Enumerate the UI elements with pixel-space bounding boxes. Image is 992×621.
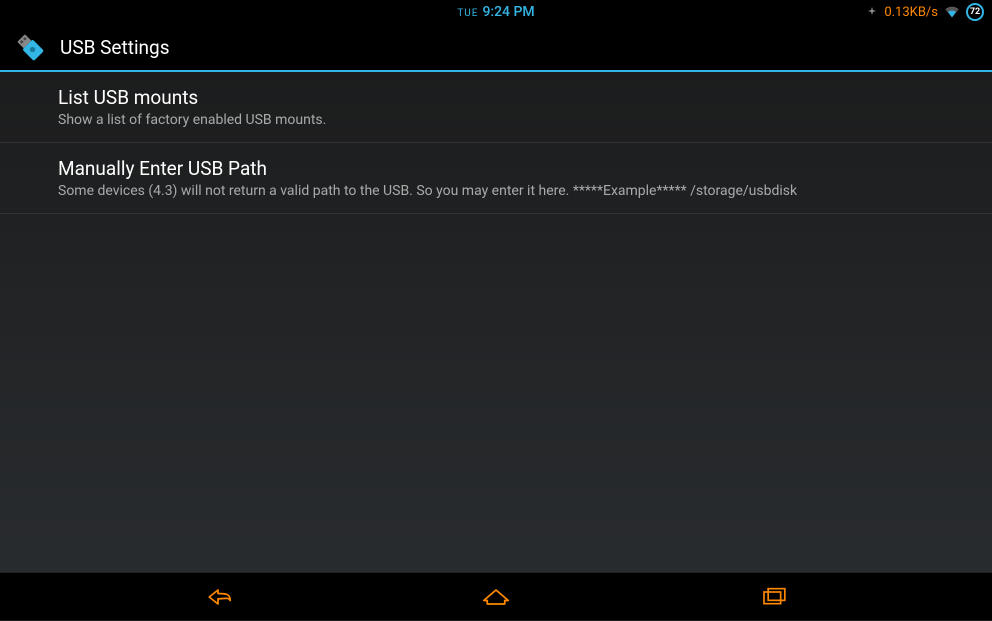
list-item-title: List USB mounts	[58, 86, 976, 109]
home-button[interactable]	[436, 573, 556, 621]
battery-percent: 72	[970, 7, 980, 17]
list-item-summary: Show a list of factory enabled USB mount…	[58, 112, 976, 128]
list-item-summary: Some devices (4.3) will not return a val…	[58, 183, 976, 199]
usb-icon	[12, 29, 48, 65]
list-item-title: Manually Enter USB Path	[58, 157, 976, 180]
navigation-bar	[0, 572, 992, 620]
battery-badge: 72	[966, 3, 984, 21]
back-button[interactable]	[158, 573, 278, 621]
rocket-icon	[866, 6, 878, 18]
page-title: USB Settings	[60, 36, 170, 59]
list-item-usb-mounts[interactable]: List USB mounts Show a list of factory e…	[0, 72, 992, 143]
back-icon	[194, 583, 242, 611]
status-day: TUE	[457, 8, 478, 19]
recent-apps-button[interactable]	[714, 573, 834, 621]
settings-list: List USB mounts Show a list of factory e…	[0, 72, 992, 214]
network-speed: 0.13KB/s	[884, 5, 938, 20]
status-time: 9:24 PM	[482, 4, 534, 20]
status-bar: TUE 9:24 PM 0.13KB/s 72	[0, 0, 992, 24]
recent-apps-icon	[754, 583, 794, 611]
home-icon	[474, 583, 518, 611]
list-item-usb-path[interactable]: Manually Enter USB Path Some devices (4.…	[0, 143, 992, 214]
status-right: 0.13KB/s 72	[866, 3, 984, 21]
action-bar: USB Settings	[0, 24, 992, 72]
wifi-icon	[944, 5, 960, 19]
status-clock: TUE 9:24 PM	[457, 4, 534, 20]
